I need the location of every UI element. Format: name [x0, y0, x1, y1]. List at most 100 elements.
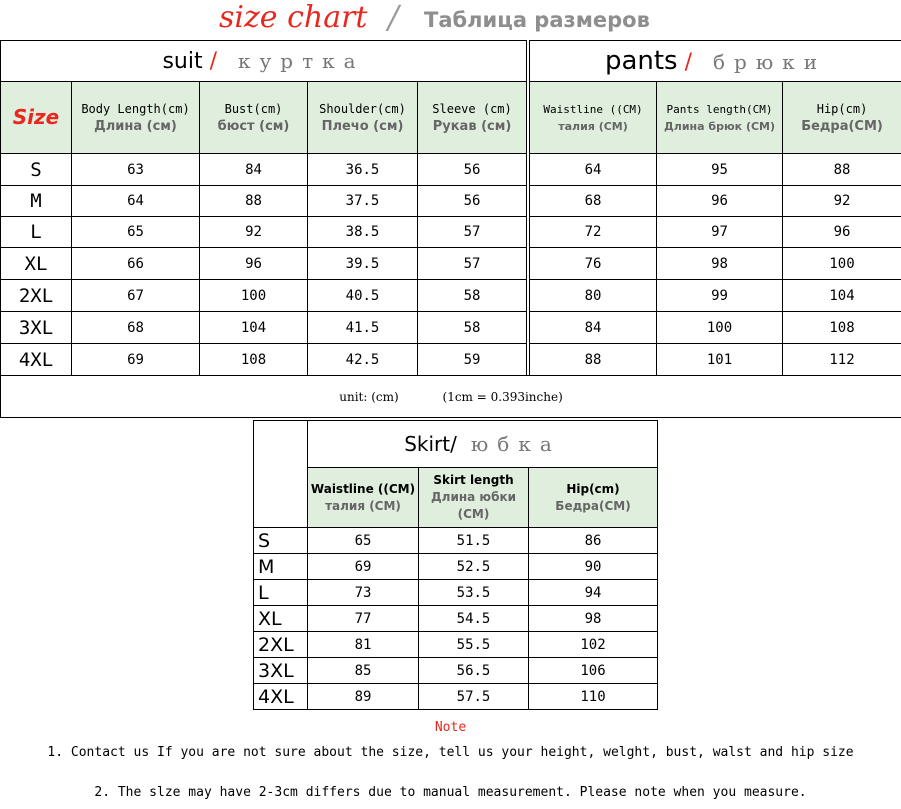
table-cell: 56	[416, 153, 528, 186]
col-pants-length: Pants length(CM) Длина брюк (CM)	[656, 81, 784, 154]
page-title: size chart / Таблица размеров	[0, 0, 901, 38]
table-cell: 77	[307, 605, 419, 632]
table-cell: 59	[416, 343, 528, 376]
table-cell: 57	[416, 247, 528, 280]
size-label: L	[0, 216, 72, 248]
table-cell: 80	[529, 279, 658, 312]
table-cell: 100	[656, 311, 784, 344]
table-cell: 76	[529, 247, 658, 280]
table-cell: 84	[529, 311, 658, 344]
table-cell: 88	[199, 185, 308, 217]
table-cell: 67	[71, 279, 200, 312]
table-cell: 68	[529, 185, 658, 217]
skirt-russian: юбка	[470, 432, 561, 456]
pants-label: pants	[604, 46, 678, 76]
skirt-col-hip: Hip(cm) Бедра(CM)	[528, 467, 658, 528]
table-cell: 55.5	[418, 631, 529, 658]
title-russian: Таблица размеров	[424, 8, 650, 32]
table-cell: 56	[416, 185, 528, 217]
skirt-table-body: S 65 51.5 86 M 69 52.5 90 L 73 53.5 94 XL 77 54.5 98 2XL…	[253, 527, 658, 710]
col-shoulder: Shoulder(cm) Плечо (см)	[307, 81, 418, 154]
col-bust: Bust(cm) бюст (см)	[199, 81, 308, 154]
size-label: L	[253, 579, 308, 606]
table-cell: 63	[71, 153, 200, 186]
table-cell: 104	[782, 279, 901, 312]
table-row: 3XL 85 56.5 106	[253, 657, 658, 684]
skirt-col-waistline: Waistline ((CM) талия (CM)	[307, 467, 419, 528]
table-cell: 37.5	[307, 185, 418, 217]
table-cell: 96	[199, 247, 308, 280]
table-row: 4XL 69 108 42.5 59 88 101 112	[0, 343, 901, 376]
table-cell: 88	[782, 153, 901, 186]
size-label: S	[253, 527, 308, 554]
table-cell: 94	[528, 579, 658, 606]
table-cell: 100	[199, 279, 308, 312]
table-cell: 106	[528, 657, 658, 684]
table-cell: 92	[199, 216, 308, 248]
table-cell: 57.5	[418, 683, 529, 710]
table-cell: 97	[656, 216, 784, 248]
size-column-header: Size	[0, 81, 72, 154]
table-cell: 58	[416, 311, 528, 344]
table-cell: 110	[528, 683, 658, 710]
suit-russian: куртка	[238, 48, 365, 73]
table-row: M 69 52.5 90	[253, 553, 658, 580]
table-cell: 65	[307, 527, 419, 554]
size-label: XL	[253, 605, 308, 632]
size-label: 3XL	[253, 657, 308, 684]
table-cell: 86	[528, 527, 658, 554]
main-table-body: S 63 84 36.5 56 64 95 88 M 64 88 37.5 56 68 96 92 L 65 92 3…	[0, 153, 901, 376]
table-cell: 108	[782, 311, 901, 344]
table-cell: 64	[71, 185, 200, 217]
size-label: S	[0, 153, 72, 186]
skirt-size-table: Skirt/ юбка Waistline ((CM) талия (CM) Ski…	[253, 420, 658, 710]
size-label: 2XL	[0, 279, 72, 312]
skirt-size-corner	[253, 420, 308, 528]
note-line-1: 1. Contact us If you are not sure about …	[47, 745, 854, 760]
table-cell: 72	[529, 216, 658, 248]
table-cell: 101	[656, 343, 784, 376]
table-cell: 104	[199, 311, 308, 344]
pants-section-header: pants / брюки	[529, 40, 901, 82]
table-row: 2XL 81 55.5 102	[253, 631, 658, 658]
skirt-slash: /	[450, 432, 457, 456]
table-cell: 112	[782, 343, 901, 376]
unit-row: unit: (cm) (1cm = 0.393inche)	[0, 375, 901, 418]
col-pants-waistline: Waistline ((CM) талия (CM)	[529, 81, 658, 154]
table-row: XL 66 96 39.5 57 76 98 100	[0, 247, 901, 280]
table-cell: 99	[656, 279, 784, 312]
table-cell: 66	[71, 247, 200, 280]
size-label: M	[253, 553, 308, 580]
title-english: size chart	[219, 0, 368, 35]
table-cell: 88	[529, 343, 658, 376]
pants-slash: /	[684, 50, 693, 75]
table-cell: 36.5	[307, 153, 418, 186]
table-cell: 69	[307, 553, 419, 580]
table-cell: 57	[416, 216, 528, 248]
table-row: XL 77 54.5 98	[253, 605, 658, 632]
table-cell: 96	[782, 216, 901, 248]
table-row: 4XL 89 57.5 110	[253, 683, 658, 710]
main-size-table: suit / куртка pants / брюки Size Body Le…	[0, 40, 901, 418]
table-row: L 73 53.5 94	[253, 579, 658, 606]
table-cell: 90	[528, 553, 658, 580]
table-cell: 56.5	[418, 657, 529, 684]
table-row: S 63 84 36.5 56 64 95 88	[0, 153, 901, 186]
skirt-col-length: Skirt length Длина юбки (CM)	[418, 467, 529, 528]
table-row: L 65 92 38.5 57 72 97 96	[0, 216, 901, 248]
unit-conversion: (1cm = 0.393inche)	[442, 389, 563, 404]
table-cell: 92	[782, 185, 901, 217]
size-label: 2XL	[253, 631, 308, 658]
title-slash: /	[388, 0, 399, 36]
table-cell: 98	[656, 247, 784, 280]
suit-label: suit	[162, 48, 203, 74]
table-cell: 53.5	[418, 579, 529, 606]
table-cell: 41.5	[307, 311, 418, 344]
table-cell: 84	[199, 153, 308, 186]
table-cell: 65	[71, 216, 200, 248]
size-label: 4XL	[0, 343, 72, 376]
unit-label: unit: (cm)	[339, 389, 399, 404]
table-cell: 81	[307, 631, 419, 658]
size-label: M	[0, 185, 72, 217]
suit-section-header: suit / куртка	[0, 40, 528, 82]
